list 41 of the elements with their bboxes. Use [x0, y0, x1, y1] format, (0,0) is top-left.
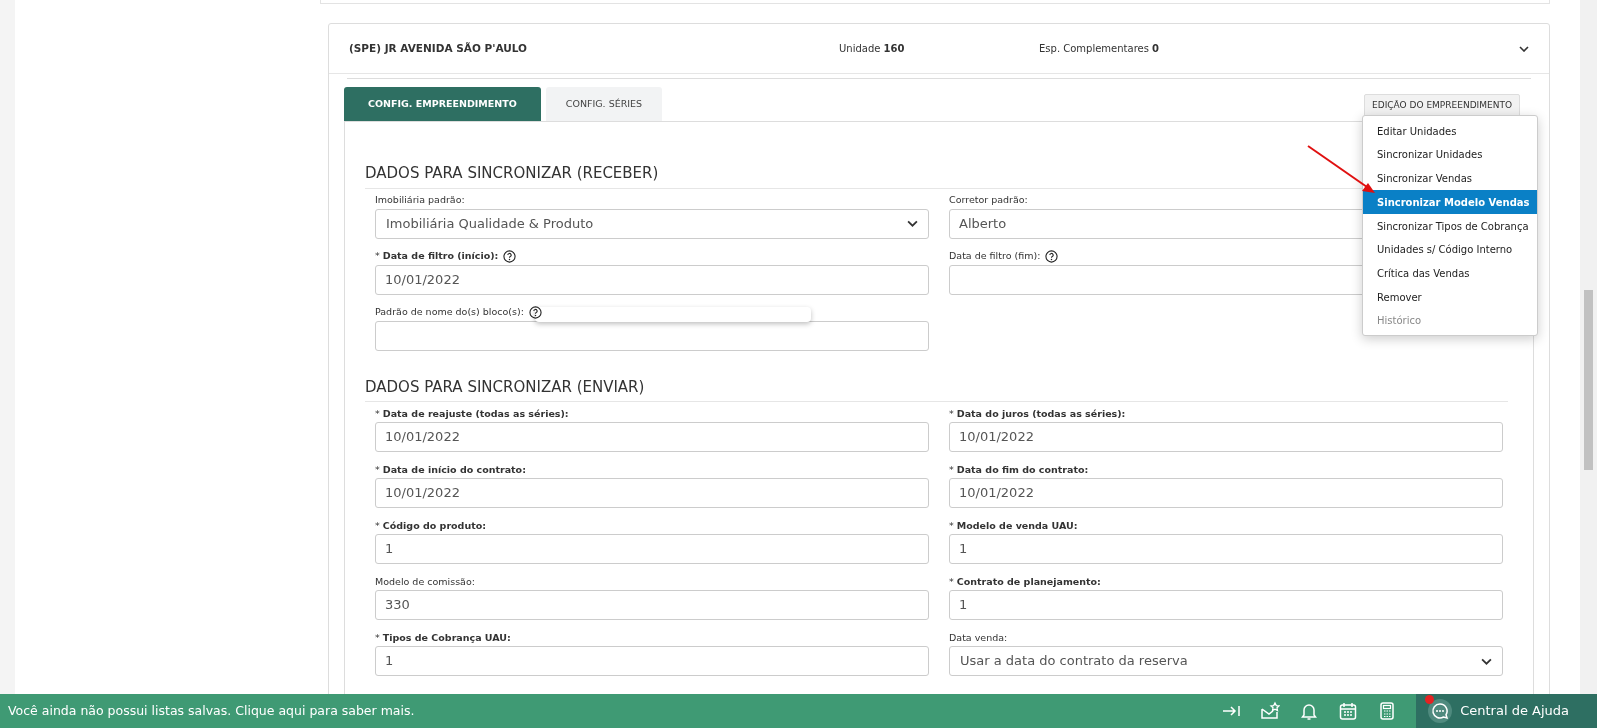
- input-field[interactable]: 10/01/2022: [949, 478, 1503, 508]
- field-label: *Código do produto:: [375, 518, 487, 533]
- input-field[interactable]: 10/01/2022: [949, 422, 1503, 452]
- field-label: Modelo de comissão:: [375, 574, 475, 589]
- input-field[interactable]: 10/01/2022: [375, 422, 929, 452]
- field-label: *Tipos de Cobrança UAU:: [375, 630, 511, 645]
- field-label: Padrão de nome do(s) bloco(s):: [375, 305, 524, 320]
- menu-item[interactable]: Editar Unidades: [1363, 118, 1537, 143]
- select-field[interactable]: Usar a data do contrato da reserva: [949, 646, 1503, 676]
- tab[interactable]: CONFIG. EMPREENDIMENTO: [344, 87, 541, 121]
- input-field[interactable]: 1: [375, 646, 929, 676]
- field-label: *Modelo de venda UAU:: [949, 518, 1078, 533]
- menu-item[interactable]: Sincronizar Modelo Vendas: [1363, 189, 1537, 214]
- tab[interactable]: CONFIG. SÉRIES: [545, 87, 663, 121]
- select-field[interactable]: Imobiliária Qualidade & Produto: [375, 208, 929, 239]
- section-heading: DADOS PARA SINCRONIZAR (ENVIAR): [365, 375, 1508, 402]
- field-label: Data venda:: [949, 630, 1008, 645]
- menu-item[interactable]: Unidades s/ Código Interno: [1363, 237, 1537, 261]
- field-label: Imobiliária padrão:: [375, 193, 465, 208]
- field-label: *Data de reajuste (todas as séries):: [375, 406, 569, 421]
- input-field[interactable]: 10/01/2022: [375, 264, 929, 295]
- menu-item[interactable]: Remover: [1363, 284, 1537, 309]
- field-label: *Data de início do contrato:: [375, 462, 526, 477]
- input-field[interactable]: 1: [949, 534, 1503, 564]
- field-label: *Data do juros (todas as séries):: [949, 406, 1126, 421]
- edit-dropdown-button[interactable]: EDIÇÃO DO EMPREENDIMENTO: [1364, 93, 1520, 118]
- extras-count: Esp. Complementares 0: [1039, 42, 1161, 56]
- input-field[interactable]: 1: [375, 534, 929, 564]
- field-label: Corretor padrão:: [949, 193, 1028, 208]
- units-count: Unidade 160: [839, 42, 906, 56]
- field-label: Data de filtro (fim):: [949, 249, 1041, 264]
- menu-item[interactable]: Crítica das Vendas: [1363, 260, 1537, 285]
- input-field[interactable]: 10/01/2022: [375, 478, 929, 508]
- menu-item[interactable]: Sincronizar Unidades: [1363, 142, 1537, 167]
- field-label: *Data de filtro (início):: [375, 249, 499, 264]
- input-field[interactable]: 1: [949, 590, 1503, 620]
- field-label: *Data do fim do contrato:: [949, 462, 1089, 477]
- menu-item[interactable]: Sincronizar Vendas: [1363, 166, 1537, 190]
- field-label: *Contrato de planejamento:: [949, 574, 1101, 589]
- input-field[interactable]: 330: [375, 590, 929, 620]
- card-title: (SPE) JR AVENIDA SÃO P'AULO: [349, 40, 528, 56]
